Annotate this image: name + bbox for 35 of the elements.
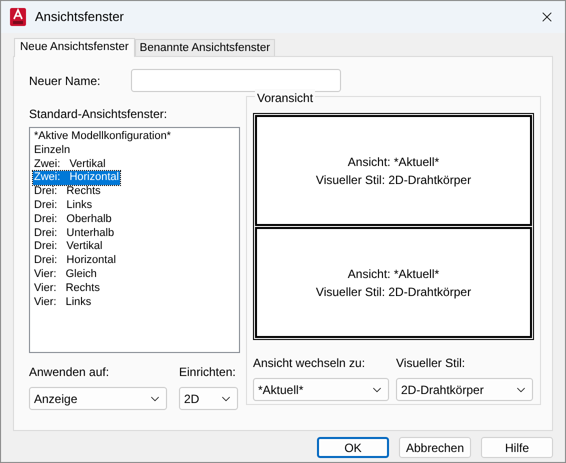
window-title: Ansichtsfenster xyxy=(35,8,124,26)
tab[interactable]: Neue Ansichtsfenster xyxy=(14,38,135,57)
dropdown[interactable]: *Aktuell* xyxy=(253,378,389,401)
name-input-field[interactable] xyxy=(131,69,341,92)
list-item[interactable]: Drei: Rechts xyxy=(33,185,102,199)
list-item[interactable]: Drei: Links xyxy=(33,198,94,213)
style-caption: Visueller Stil: 2D-Drahtkörper xyxy=(316,172,472,188)
list-item[interactable]: Drei: Oberhalb xyxy=(33,212,113,227)
style-caption: Visueller Stil: 2D-Drahtkörper xyxy=(316,284,472,300)
view-caption: Ansicht: *Aktuell* xyxy=(348,266,440,282)
field-label: Ansicht wechseln zu: xyxy=(253,355,366,372)
dialog-button[interactable]: Abbrechen xyxy=(399,437,471,458)
dialog-button[interactable]: OK xyxy=(317,437,389,458)
list-item[interactable]: Einzeln xyxy=(33,144,72,158)
app-logo-icon xyxy=(10,8,26,26)
list-label: Standard-Ansichtsfenster: xyxy=(29,106,168,121)
list-item[interactable]: Drei: Unterhalb xyxy=(33,226,116,240)
tab[interactable]: Benannte Ansichtsfenster xyxy=(134,39,276,56)
list-item[interactable]: Zwei: Horizontal xyxy=(33,171,120,186)
list-item[interactable]: Zwei: Vertikal xyxy=(33,158,107,172)
list-item[interactable]: Vier: Links xyxy=(33,296,92,310)
list-item[interactable]: Vier: Rechts xyxy=(33,282,101,296)
view-caption: Ansicht: *Aktuell* xyxy=(348,154,440,170)
field-label: Anwenden auf: xyxy=(29,364,110,381)
dialog-button[interactable]: Hilfe xyxy=(481,437,553,458)
field-label: Visueller Stil: xyxy=(396,355,466,372)
dropdown[interactable]: 2D-Drahtkörper xyxy=(396,378,533,401)
list-item[interactable]: *Aktive Modellkonfiguration* xyxy=(33,130,172,144)
field-label: Einrichten: xyxy=(179,364,237,381)
list-item[interactable]: Vier: Gleich xyxy=(33,268,98,282)
dropdown[interactable]: 2D xyxy=(179,387,238,410)
list-item[interactable]: Drei: Horizontal xyxy=(33,254,117,268)
list-item[interactable]: Drei: Vertikal xyxy=(33,240,104,254)
dropdown[interactable]: Anzeige xyxy=(29,387,167,410)
field-label: Neuer Name: xyxy=(29,72,102,90)
